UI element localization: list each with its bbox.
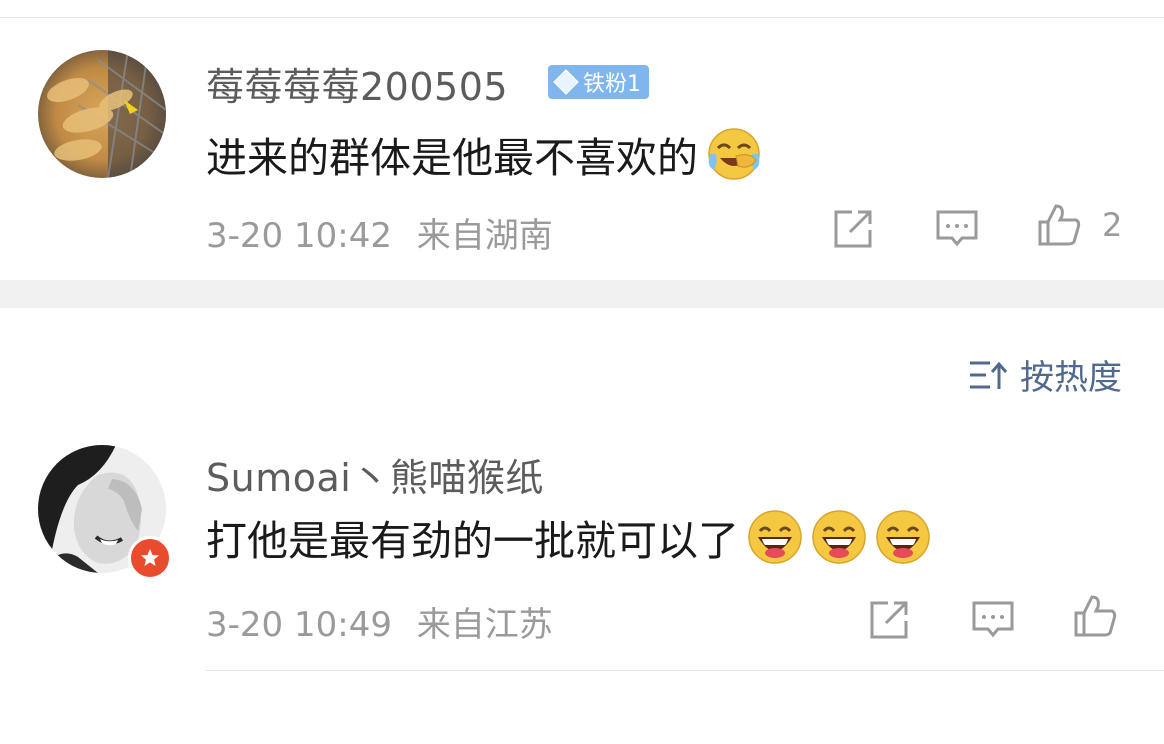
timestamp: 3-20 10:42 (206, 216, 392, 256)
comment-body: 打他是最有劲的一批就可以了 (206, 517, 739, 565)
comment-text: 打他是最有劲的一批就可以了 (206, 507, 931, 567)
sort-icon (970, 361, 1008, 389)
comments-page: 莓莓莓莓200505 铁粉1 进来的群体是他最不喜欢的 3-20 10:42 来… (0, 0, 1164, 744)
grin-emoji (748, 510, 802, 564)
verified-badge (128, 536, 172, 580)
comment-item: 莓莓莓莓200505 铁粉1 进来的群体是他最不喜欢的 3-20 10:42 来… (0, 30, 1164, 280)
laugh-cry-emoji (708, 128, 760, 180)
comment-button[interactable] (934, 206, 980, 252)
share-icon (870, 601, 908, 639)
share-button[interactable] (866, 597, 912, 643)
share-icon (834, 210, 872, 248)
comment-item: Sumoai丶熊喵猴纸 打他是最有劲的一批就可以了 3-20 10:49 来自江… (0, 425, 1164, 671)
fan-badge-label: 铁粉1 (583, 72, 641, 97)
username[interactable]: Sumoai丶熊喵猴纸 (206, 447, 544, 502)
thumbs-up-icon (1074, 595, 1117, 637)
like-button[interactable] (1072, 593, 1118, 639)
comment-icon (936, 210, 978, 247)
comment-button[interactable] (970, 597, 1016, 643)
comment-icon (972, 601, 1014, 638)
timestamp: 3-20 10:49 (206, 605, 392, 645)
like-count: 2 (1102, 206, 1123, 244)
location: 来自江苏 (416, 605, 553, 645)
divider (206, 670, 1164, 671)
sort-button[interactable]: 按热度 (968, 350, 1122, 399)
share-button[interactable] (830, 206, 876, 252)
divider (0, 17, 1164, 18)
section-separator (0, 280, 1164, 308)
comment-body: 进来的群体是他最不喜欢的 (206, 134, 698, 182)
sort-label: 按热度 (1020, 358, 1122, 398)
fan-badge[interactable]: 铁粉1 (548, 65, 649, 99)
comment-meta: 3-20 10:49 来自江苏 (206, 597, 553, 646)
comment-meta: 3-20 10:42 来自湖南 (206, 208, 553, 257)
grin-emoji (876, 510, 930, 564)
diamond-icon (553, 69, 579, 95)
location: 来自湖南 (416, 216, 553, 256)
avatar[interactable] (38, 50, 166, 178)
grin-emoji (812, 510, 866, 564)
thumbs-up-icon (1038, 204, 1081, 246)
comment-text: 进来的群体是他最不喜欢的 (206, 124, 762, 184)
star-icon (141, 549, 159, 566)
like-button[interactable]: 2 (1036, 202, 1122, 248)
username[interactable]: 莓莓莓莓200505 (206, 56, 508, 111)
